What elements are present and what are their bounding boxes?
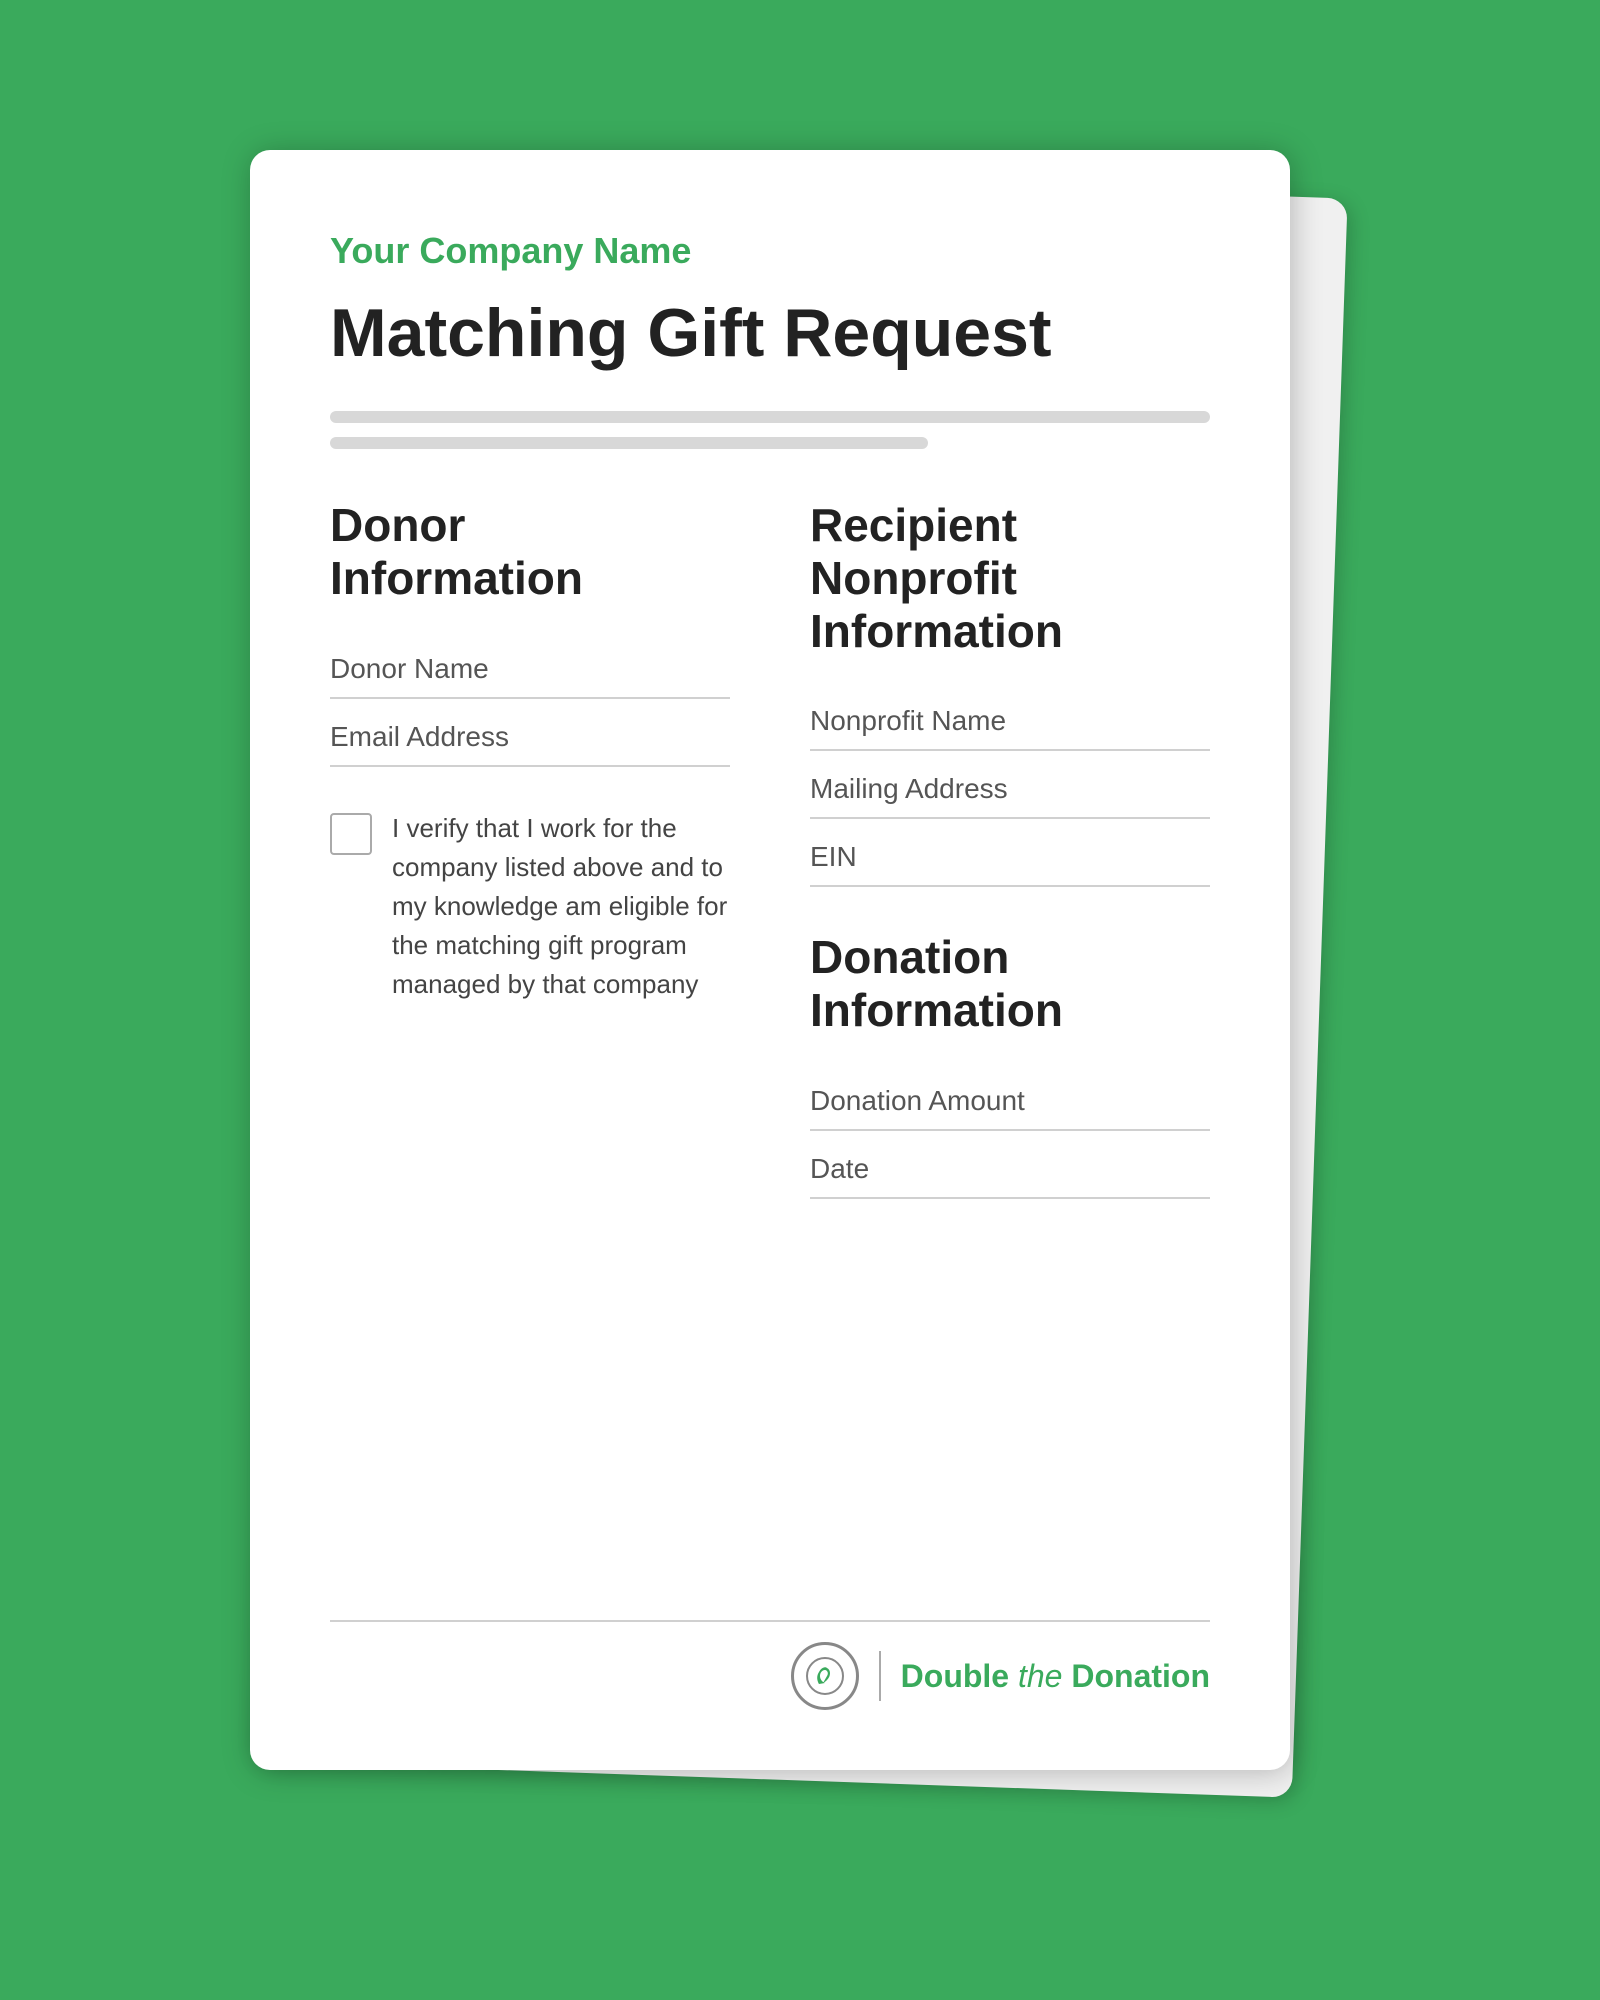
nonprofit-name-field[interactable]: Nonprofit Name [810, 687, 1210, 751]
checkbox-text: I verify that I work for the company lis… [392, 809, 730, 1004]
nonprofit-column: Recipient Nonprofit Information Nonprofi… [810, 499, 1210, 1620]
progress-bars [330, 411, 1210, 449]
donor-name-label: Donor Name [330, 653, 489, 684]
logo-icon [805, 1656, 845, 1696]
donation-section-title: Donation Information [810, 931, 1210, 1037]
page-wrapper: Your Company Name Matching Gift Request … [250, 150, 1350, 1850]
ein-label: EIN [810, 841, 857, 872]
ein-field[interactable]: EIN [810, 823, 1210, 887]
donation-amount-label: Donation Amount [810, 1085, 1025, 1116]
mailing-address-label: Mailing Address [810, 773, 1008, 804]
donation-amount-field[interactable]: Donation Amount [810, 1067, 1210, 1131]
date-field[interactable]: Date [810, 1135, 1210, 1199]
nonprofit-section-title: Recipient Nonprofit Information [810, 499, 1210, 658]
email-address-field[interactable]: Email Address [330, 703, 730, 767]
progress-bar-partial [330, 437, 928, 449]
progress-bar-full [330, 411, 1210, 423]
donor-name-field[interactable]: Donor Name [330, 635, 730, 699]
email-address-label: Email Address [330, 721, 509, 752]
form-title: Matching Gift Request [330, 296, 1210, 371]
double-donation-logo [791, 1642, 859, 1710]
date-label: Date [810, 1153, 869, 1184]
mailing-address-field[interactable]: Mailing Address [810, 755, 1210, 819]
footer-brand-text: Double the Donation [901, 1658, 1210, 1695]
verify-checkbox[interactable] [330, 813, 372, 855]
form-columns: Donor Information Donor Name Email Addre… [330, 499, 1210, 1620]
company-name: Your Company Name [330, 230, 1210, 272]
nonprofit-name-label: Nonprofit Name [810, 705, 1006, 736]
paper-main: Your Company Name Matching Gift Request … [250, 150, 1290, 1770]
footer: Double the Donation [330, 1620, 1210, 1710]
footer-divider [879, 1651, 881, 1701]
donor-section-title: Donor Information [330, 499, 730, 605]
checkbox-row[interactable]: I verify that I work for the company lis… [330, 799, 730, 1014]
donor-column: Donor Information Donor Name Email Addre… [330, 499, 730, 1620]
